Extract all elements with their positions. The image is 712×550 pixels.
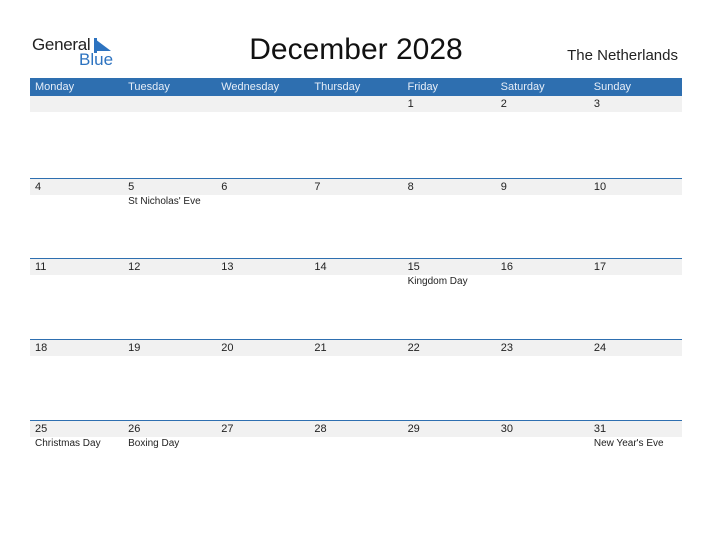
day-cell: 17 (589, 259, 682, 339)
day-cell: 18 (30, 340, 123, 420)
day-number: 8 (407, 181, 414, 193)
day-cell (123, 96, 216, 176)
day-number: 19 (128, 342, 141, 354)
weekday-sunday: Sunday (593, 81, 632, 93)
day-cell: 6 (216, 179, 309, 259)
day-cell: 31 New Year's Eve (589, 421, 682, 501)
day-number: 5 (128, 181, 135, 193)
weekday-wednesday: Wednesday (221, 81, 280, 93)
weekday-tuesday: Tuesday (128, 81, 170, 93)
day-cell (309, 96, 402, 176)
day-number: 30 (500, 423, 513, 435)
day-number: 3 (593, 98, 600, 110)
day-cell: 13 (216, 259, 309, 339)
day-number: 31 (593, 423, 607, 435)
day-cell: 9 (496, 179, 589, 259)
day-cell (216, 96, 309, 176)
day-cell: 28 (309, 421, 402, 501)
day-cell: 10 (589, 179, 682, 259)
day-cell: 30 (496, 421, 589, 501)
holiday-label: Boxing Day (128, 438, 180, 449)
holiday-label: St Nicholas' Eve (128, 196, 201, 207)
day-number: 21 (314, 342, 327, 354)
day-number: 25 (35, 423, 48, 435)
day-number: 20 (221, 342, 234, 354)
day-number: 7 (314, 181, 321, 193)
day-number: 12 (128, 261, 141, 273)
day-number (35, 96, 123, 112)
week-row: 18 19 20 21 22 23 24 (30, 339, 682, 420)
day-number: 10 (593, 181, 607, 193)
day-number: 2 (500, 98, 507, 110)
day-cell: 26 Boxing Day (123, 421, 216, 501)
weekday-friday: Friday (407, 81, 439, 93)
day-number: 9 (500, 181, 507, 193)
weekday-monday: Monday (35, 81, 75, 93)
holiday-label: Kingdom Day (407, 276, 468, 287)
day-cell: 24 (589, 340, 682, 420)
day-cell: 14 (309, 259, 402, 339)
week-row: 1 2 3 (30, 96, 682, 176)
day-cell: 8 (403, 179, 496, 259)
day-cell: 3 (589, 96, 682, 176)
country-label: The Netherlands (567, 47, 678, 64)
day-cell: 20 (216, 340, 309, 420)
weekday-saturday: Saturday (500, 81, 545, 93)
day-number: 17 (593, 261, 607, 273)
day-cell: 7 (309, 179, 402, 259)
day-number: 16 (500, 261, 513, 273)
day-cell: 19 (123, 340, 216, 420)
day-number: 15 (407, 261, 420, 273)
day-cell: 27 (216, 421, 309, 501)
day-number: 22 (407, 342, 420, 354)
day-number: 23 (500, 342, 513, 354)
day-number: 1 (407, 98, 414, 110)
day-number: 24 (593, 342, 607, 354)
day-number: 14 (314, 261, 327, 273)
day-number (314, 96, 402, 112)
day-cell: 12 (123, 259, 216, 339)
day-number: 18 (35, 342, 48, 354)
day-number: 28 (314, 423, 327, 435)
day-cell (30, 96, 123, 176)
day-cell: 23 (496, 340, 589, 420)
day-cell: 4 (30, 179, 123, 259)
day-number: 6 (221, 181, 228, 193)
day-number: 11 (35, 261, 47, 273)
week-row: 11 12 13 14 15 Kingdom Day 16 17 (30, 258, 682, 339)
day-number: 27 (221, 423, 234, 435)
day-number: 26 (128, 423, 141, 435)
day-number (221, 96, 309, 112)
day-number (128, 96, 216, 112)
day-cell: 22 (403, 340, 496, 420)
weekday-thursday: Thursday (314, 81, 361, 93)
day-cell: 29 (403, 421, 496, 501)
day-cell: 1 (403, 96, 496, 176)
day-number: 13 (221, 261, 234, 273)
day-cell: 25 Christmas Day (30, 421, 123, 501)
week-row: 25 Christmas Day 26 Boxing Day 27 28 29 30 31 New… (30, 420, 682, 501)
weekday-header: Monday Tuesday Wednesday Thursday Friday… (30, 78, 682, 96)
holiday-label: Christmas Day (35, 438, 101, 449)
day-number: 4 (35, 181, 42, 193)
day-number: 29 (407, 423, 420, 435)
day-cell: 11 (30, 259, 123, 339)
day-cell: 5 St Nicholas' Eve (123, 179, 216, 259)
day-cell: 15 Kingdom Day (403, 259, 496, 339)
day-cell: 21 (309, 340, 402, 420)
holiday-label: New Year's Eve (593, 438, 664, 449)
week-row: 4 5 St Nicholas' Eve 6 7 8 9 10 (30, 178, 682, 259)
day-cell: 2 (496, 96, 589, 176)
day-cell: 16 (496, 259, 589, 339)
